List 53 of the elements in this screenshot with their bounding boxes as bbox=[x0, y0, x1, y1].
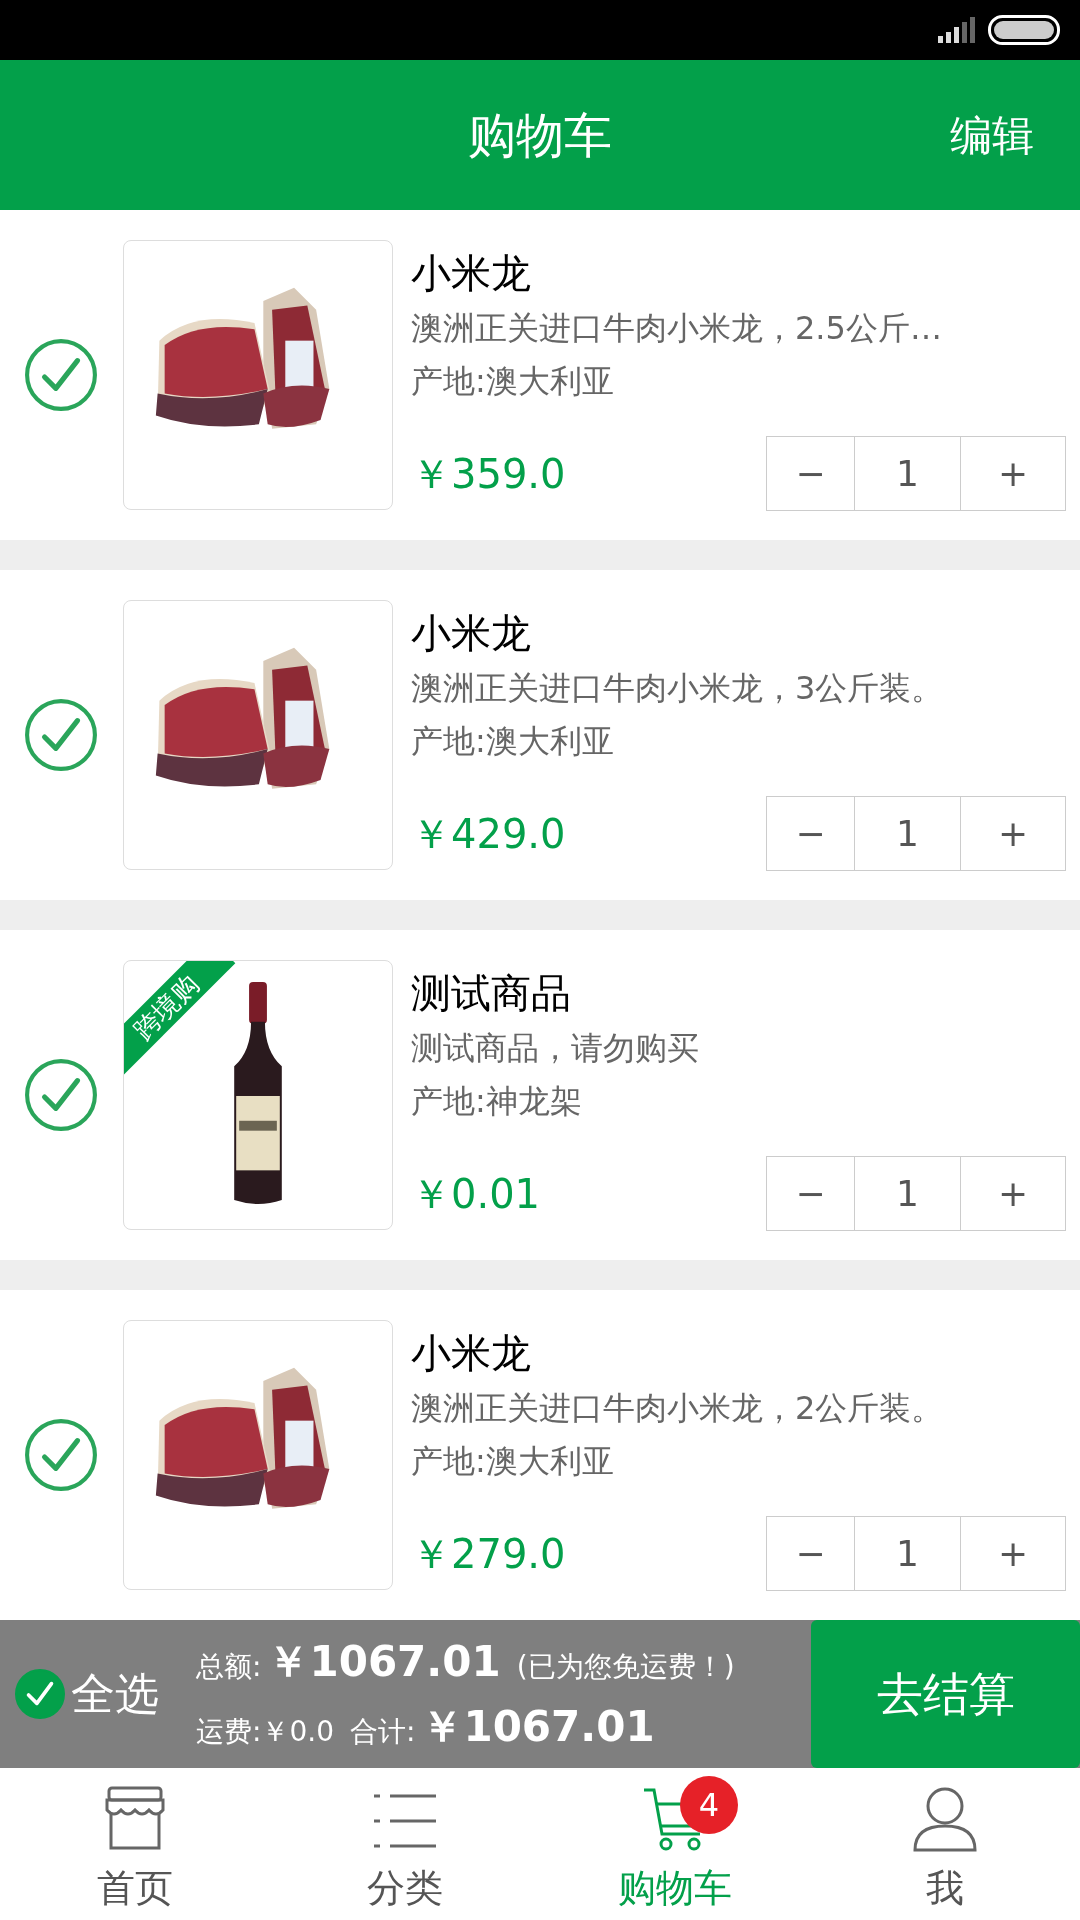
minus-button[interactable]: − bbox=[767, 1517, 855, 1590]
nav-tab[interactable]: 首页 bbox=[0, 1768, 270, 1920]
product-image-frame[interactable] bbox=[123, 1320, 393, 1590]
minus-button[interactable]: − bbox=[767, 437, 855, 510]
plus-button[interactable]: + bbox=[961, 437, 1065, 510]
checkbox[interactable] bbox=[23, 698, 98, 772]
product-origin: 产地:澳大利亚 bbox=[411, 361, 614, 402]
checkbox[interactable] bbox=[15, 1669, 65, 1719]
product-price: ￥359.0 bbox=[411, 449, 566, 499]
sum-amount: ￥1067.01 bbox=[421, 1701, 655, 1753]
product-description: 澳洲正关进口牛肉小米龙，2公斤装。 bbox=[411, 1388, 944, 1429]
product-origin: 产地:澳大利亚 bbox=[411, 1441, 614, 1482]
battery-icon bbox=[988, 15, 1060, 45]
total-label: 总额: bbox=[196, 1649, 262, 1685]
select-all-label[interactable]: 全选 bbox=[71, 1661, 159, 1727]
signal-icon bbox=[936, 16, 976, 44]
checkbox[interactable] bbox=[23, 338, 98, 412]
nav-tab[interactable]: 分类 bbox=[270, 1768, 540, 1920]
total-amount: ￥1067.01 bbox=[267, 1636, 501, 1688]
product-image-frame[interactable] bbox=[123, 240, 393, 510]
plus-button[interactable]: + bbox=[961, 1517, 1065, 1590]
minus-button[interactable]: − bbox=[767, 1157, 855, 1230]
plus-button[interactable]: + bbox=[961, 797, 1065, 870]
product-price: ￥429.0 bbox=[411, 809, 566, 859]
product-title[interactable]: 小米龙 bbox=[411, 246, 531, 300]
quantity-field[interactable]: 1 bbox=[855, 1157, 961, 1230]
free-shipping-note: (已为您免运费！) bbox=[516, 1649, 735, 1685]
product-image-frame[interactable] bbox=[123, 600, 393, 870]
product-description: 澳洲正关进口牛肉小米龙，2.5公斤… bbox=[411, 308, 942, 349]
checkbox[interactable] bbox=[23, 1058, 98, 1132]
product-price: ￥0.01 bbox=[411, 1169, 541, 1219]
plus-button[interactable]: + bbox=[961, 1157, 1065, 1230]
product-origin: 产地:神龙架 bbox=[411, 1081, 582, 1122]
checkbox[interactable] bbox=[23, 1418, 98, 1492]
nav-tab[interactable]: 我 bbox=[810, 1768, 1080, 1920]
store-icon bbox=[103, 1784, 167, 1852]
shipping-fee: 运费:￥0.0 bbox=[196, 1714, 334, 1750]
minus-button[interactable]: − bbox=[767, 797, 855, 870]
quantity-field[interactable]: 1 bbox=[855, 437, 961, 510]
product-description: 澳洲正关进口牛肉小米龙，3公斤装。 bbox=[411, 668, 944, 709]
person-icon bbox=[912, 1786, 978, 1852]
product-title[interactable]: 小米龙 bbox=[411, 1326, 531, 1380]
product-description: 测试商品，请勿购买 bbox=[411, 1028, 699, 1069]
page-title: 购物车 bbox=[468, 106, 612, 165]
sum-label: 合计: bbox=[349, 1714, 416, 1750]
product-title[interactable]: 测试商品 bbox=[411, 966, 571, 1020]
quantity-field[interactable]: 1 bbox=[855, 1517, 961, 1590]
nav-tab[interactable]: 4 购物车 bbox=[540, 1768, 810, 1920]
product-price: ￥279.0 bbox=[411, 1529, 566, 1579]
quantity-field[interactable]: 1 bbox=[855, 797, 961, 870]
product-title[interactable]: 小米龙 bbox=[411, 606, 531, 660]
count-badge: 4 bbox=[680, 1776, 738, 1834]
product-origin: 产地:澳大利亚 bbox=[411, 721, 614, 762]
